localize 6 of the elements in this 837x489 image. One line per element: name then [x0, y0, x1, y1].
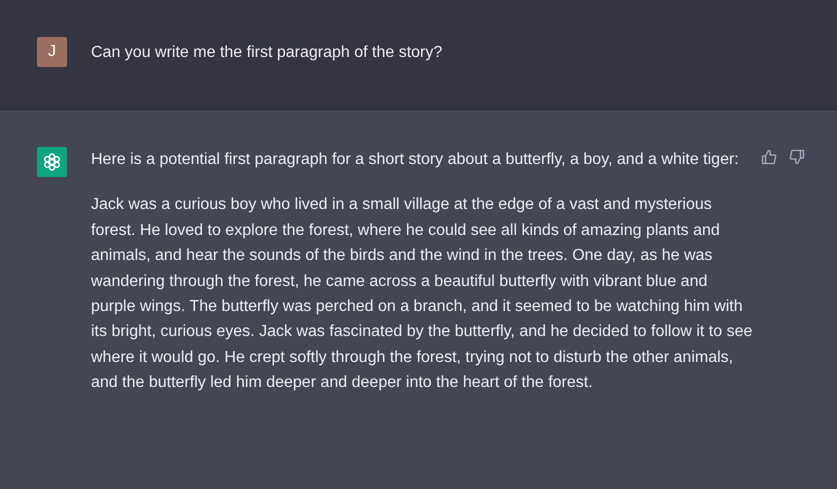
user-message: Can you write me the first paragraph of the story?	[91, 43, 444, 63]
response-paragraph: Here is a potential first paragraph for a short story about a butterfly, a boy, and a white tiger:	[91, 150, 740, 170]
thumbs-down-button[interactable]	[789, 148, 805, 166]
user-avatar: J	[37, 37, 67, 67]
response-paragraph: Jack was a curious boy who lived in a small village at the edge of a vast and mysterious forest. He loved to explore the forest, where he could see all kinds of amazing plants and animals, and hear the sounds of the birds and the wind in the trees. One day, as he was wandering through the forest, he came across a beautiful butterfly with vibrant blue and purple wings. The butterfly was perched on a branch, and it seemed to be watching him with its bright, curious eyes. Jack was fascinated by the butterfly, and he decided to follow it to see where it would go. He crept softly through the forest, trying not to disturb the other animals, and the butterfly led him deeper and deeper into the heart of the forest.	[91, 195, 753, 394]
thumbs-up-button[interactable]	[761, 148, 777, 166]
